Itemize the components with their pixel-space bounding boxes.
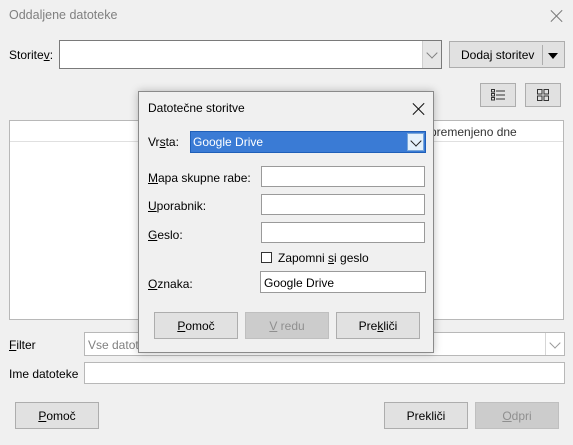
open-button[interactable]: Odpri xyxy=(475,402,559,429)
split-divider xyxy=(542,45,543,65)
dialog-ok-button[interactable]: V redu xyxy=(245,312,329,339)
filter-dropdown-button[interactable] xyxy=(545,333,564,355)
type-select[interactable]: Google Drive xyxy=(190,131,426,153)
user-input[interactable] xyxy=(261,194,425,215)
filename-input[interactable] xyxy=(84,362,565,384)
storage-label: Storitev: xyxy=(9,48,54,62)
dialog-cancel-button[interactable]: Prekliči xyxy=(336,312,420,339)
dialog-close-icon[interactable] xyxy=(411,101,427,117)
window-title: Oddaljene datoteke xyxy=(9,8,118,22)
dialog-help-label: Pomoč xyxy=(177,318,215,333)
name-input[interactable]: Google Drive xyxy=(260,271,426,293)
password-input[interactable] xyxy=(261,222,425,243)
list-view-button[interactable] xyxy=(480,83,516,107)
name-label: Oznaka: xyxy=(148,277,193,291)
dialog-cancel-label: Prekliči xyxy=(358,318,398,333)
filename-label: Ime datoteke xyxy=(9,367,79,381)
user-label: Uporabnik: xyxy=(148,199,207,213)
open-button-label: Odpri xyxy=(502,408,532,423)
storage-dropdown-button[interactable] xyxy=(422,41,441,68)
storage-select[interactable] xyxy=(59,40,442,69)
password-label: Geslo: xyxy=(148,228,183,242)
share-folder-input[interactable] xyxy=(261,166,425,187)
share-folder-label: Mapa skupne rabe: xyxy=(148,171,251,185)
grid-view-icon xyxy=(537,89,549,101)
help-button[interactable]: Pomoč xyxy=(15,402,99,429)
file-services-dialog: Datotečne storitve Vrsta: Google Drive M… xyxy=(138,91,434,353)
chevron-down-icon xyxy=(409,134,422,147)
dropdown-arrow-icon[interactable] xyxy=(548,53,558,59)
dialog-ok-label: V redu xyxy=(269,318,305,333)
dialog-help-button[interactable]: Pomoč xyxy=(154,312,238,339)
chevron-down-icon xyxy=(426,46,438,59)
filter-label: Filter xyxy=(9,338,36,352)
chevron-down-icon xyxy=(549,336,561,349)
type-label: Vrsta: xyxy=(148,135,179,149)
icon-view-button[interactable] xyxy=(525,83,561,107)
type-dropdown-button[interactable] xyxy=(407,133,424,151)
column-modified[interactable]: premenjeno dne xyxy=(430,125,517,139)
list-view-icon xyxy=(491,89,505,101)
window-close-icon[interactable] xyxy=(549,8,565,24)
add-storage-button[interactable]: Dodaj storitev xyxy=(449,41,565,68)
remember-password-label[interactable]: Zapomni si geslo xyxy=(278,251,369,265)
remember-password-checkbox[interactable] xyxy=(261,252,272,263)
dialog-title: Datotečne storitve xyxy=(148,101,245,115)
cancel-button[interactable]: Prekliči xyxy=(384,402,468,429)
help-button-label: Pomoč xyxy=(38,408,76,423)
